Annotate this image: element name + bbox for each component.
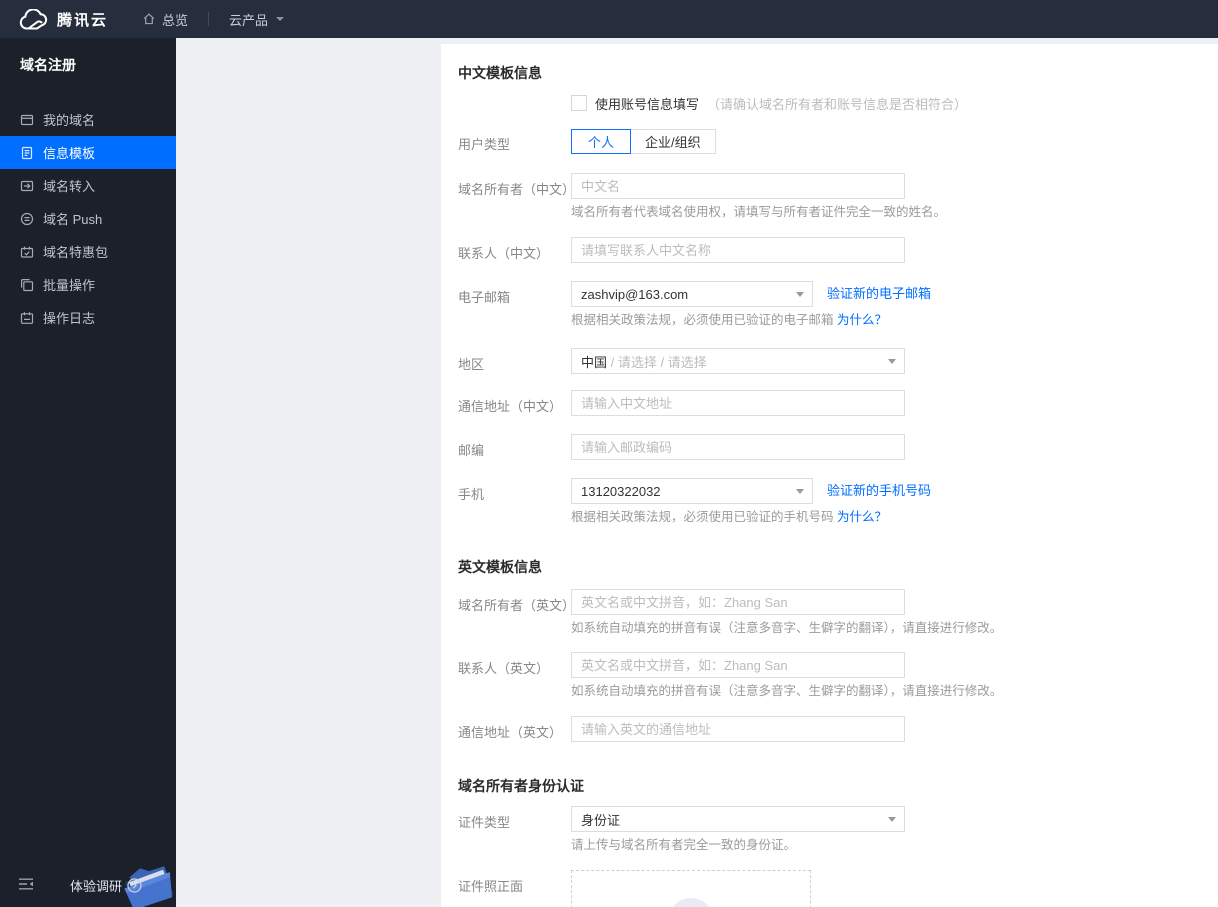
cloud-logo-icon	[19, 8, 48, 29]
address-cn-input[interactable]	[571, 390, 905, 416]
email-why-link[interactable]: 为什么？	[837, 313, 887, 327]
contact-en-help: 如系统自动填充的拼音有误（注意多音字、生僻字的翻译），请直接进行修改。	[571, 684, 1003, 698]
home-icon	[143, 13, 155, 25]
cert-type-help: 请上传与域名所有者完全一致的身份证。	[571, 838, 797, 852]
sidebar-item-info-templates[interactable]: 信息模板	[0, 136, 176, 169]
cert-front-label: 证件照正面	[458, 879, 524, 894]
chevron-down-icon	[796, 292, 804, 297]
main-area: 中文模板信息 使用账号信息填写 （请确认域名所有者和账号信息是否相符合） 用户类…	[176, 38, 1218, 907]
transfer-icon	[20, 180, 34, 191]
address-en-label: 通信地址（英文）	[458, 725, 563, 740]
nav-cloud-products-label: 云产品	[229, 12, 269, 28]
section-title-owner-identity: 域名所有者身份认证	[458, 778, 584, 794]
sidebar: 域名注册 我的域名 信息模板 域名转入 域名 Push 域名特惠包 批量操作 操…	[0, 38, 176, 907]
sidebar-item-label: 域名 Push	[43, 212, 103, 227]
nav-overview[interactable]: 总览	[138, 0, 192, 38]
push-icon	[20, 212, 34, 225]
owner-en-help: 如系统自动填充的拼音有误（注意多音字、生僻字的翻译），请直接进行修改。	[571, 621, 1003, 635]
sidebar-title: 域名注册	[20, 57, 76, 73]
use-account-info-note: （请确认域名所有者和账号信息是否相符合）	[707, 96, 968, 112]
sidebar-item-label: 域名转入	[43, 179, 96, 194]
sidebar-item-domain-transfer-in[interactable]: 域名转入	[0, 169, 176, 202]
postcode-input[interactable]	[571, 434, 905, 460]
contact-en-label: 联系人（英文）	[458, 661, 550, 676]
sidebar-item-my-domains[interactable]: 我的域名	[0, 103, 176, 136]
use-account-info-label: 使用账号信息填写	[595, 96, 700, 112]
use-account-info-row: 使用账号信息填写 （请确认域名所有者和账号信息是否相符合）	[571, 95, 1218, 112]
log-icon	[20, 311, 34, 324]
user-type-personal-button[interactable]: 个人	[571, 129, 632, 154]
region-label: 地区	[458, 357, 485, 372]
document-icon	[21, 146, 33, 159]
circle-arrow-icon	[127, 878, 142, 893]
email-help-text: 根据相关政策法规，必须使用已验证的电子邮箱	[571, 313, 834, 327]
email-help: 根据相关政策法规，必须使用已验证的电子邮箱 为什么？	[571, 313, 931, 328]
batch-icon	[21, 278, 34, 291]
cert-type-select[interactable]: 身份证	[571, 806, 905, 832]
chevron-down-icon	[888, 359, 896, 364]
topnav-divider	[208, 12, 210, 26]
package-icon	[20, 246, 34, 258]
cert-front-upload-area[interactable]	[571, 870, 811, 907]
sidebar-item-label: 域名特惠包	[43, 245, 109, 260]
mobile-select[interactable]: 13120322032	[571, 478, 813, 504]
sidebar-item-label: 我的域名	[43, 113, 96, 128]
owner-cn-help: 域名所有者代表域名使用权，请填写与所有者证件完全一致的姓名。	[571, 205, 947, 219]
owner-en-label: 域名所有者（英文）	[458, 598, 576, 613]
tencent-cloud-logo[interactable]: 腾讯云	[18, 8, 109, 30]
sidebar-item-operation-logs[interactable]: 操作日志	[0, 301, 176, 334]
user-type-label: 用户类型	[458, 137, 511, 152]
address-en-input[interactable]	[571, 716, 905, 742]
survey-button[interactable]: 体验调研	[70, 876, 142, 895]
email-label: 电子邮箱	[458, 290, 511, 305]
sidebar-item-label: 批量操作	[43, 278, 96, 293]
upload-cloud-icon	[668, 898, 714, 907]
use-account-info-checkbox[interactable]	[571, 95, 587, 111]
form-card: 中文模板信息 使用账号信息填写 （请确认域名所有者和账号信息是否相符合） 用户类…	[441, 44, 1218, 907]
user-type-switch: 个人 企业/组织	[571, 129, 716, 154]
sidebar-item-label: 操作日志	[43, 311, 96, 326]
section-title-en-template: 英文模板信息	[458, 559, 542, 575]
nav-cloud-products[interactable]: 云产品	[225, 0, 288, 38]
mobile-selected-value: 13120322032	[581, 483, 661, 499]
topbar: 腾讯云 总览 云产品	[0, 0, 1218, 38]
region-select[interactable]: 中国 / 请选择 / 请选择	[571, 348, 905, 374]
chevron-down-icon	[276, 17, 285, 21]
mobile-help-text: 根据相关政策法规，必须使用已验证的手机号码	[571, 510, 834, 524]
cert-type-selected-value: 身份证	[581, 812, 621, 828]
region-unselected-parts: / 请选择 / 请选择	[607, 354, 707, 370]
contact-en-input[interactable]	[571, 652, 905, 678]
owner-cn-label: 域名所有者（中文）	[458, 182, 576, 197]
owner-cn-input[interactable]	[571, 173, 905, 199]
survey-label: 体验调研	[70, 879, 123, 894]
cert-type-label: 证件类型	[458, 815, 511, 830]
contact-cn-label: 联系人（中文）	[458, 246, 550, 261]
contact-cn-input[interactable]	[571, 237, 905, 263]
sidebar-footer: 体验调研	[0, 861, 176, 907]
address-cn-label: 通信地址（中文）	[458, 399, 563, 414]
window-icon	[20, 114, 34, 125]
sidebar-item-batch-operations[interactable]: 批量操作	[0, 268, 176, 301]
sidebar-item-domain-deal-package[interactable]: 域名特惠包	[0, 235, 176, 268]
user-type-org-button[interactable]: 企业/组织	[630, 129, 716, 154]
email-select[interactable]: zashvip@163.com	[571, 281, 813, 307]
mobile-label: 手机	[458, 487, 485, 502]
chevron-down-icon	[796, 489, 804, 494]
email-selected-value: zashvip@163.com	[581, 286, 689, 302]
collapse-sidebar-icon[interactable]	[18, 878, 34, 893]
chevron-down-icon	[888, 817, 896, 822]
region-selected-country: 中国	[581, 354, 608, 370]
mobile-help: 根据相关政策法规，必须使用已验证的手机号码 为什么？	[571, 510, 931, 525]
verify-new-mobile-link[interactable]: 验证新的手机号码	[827, 478, 931, 504]
postcode-label: 邮编	[458, 443, 485, 458]
sidebar-item-label: 信息模板	[43, 146, 96, 161]
verify-new-email-link[interactable]: 验证新的电子邮箱	[827, 281, 931, 307]
owner-en-input[interactable]	[571, 589, 905, 615]
section-title-cn-template: 中文模板信息	[458, 65, 542, 81]
sidebar-item-domain-push[interactable]: 域名 Push	[0, 202, 176, 235]
mobile-why-link[interactable]: 为什么？	[837, 510, 887, 524]
nav-overview-label: 总览	[162, 12, 189, 28]
brand-name: 腾讯云	[57, 11, 109, 29]
